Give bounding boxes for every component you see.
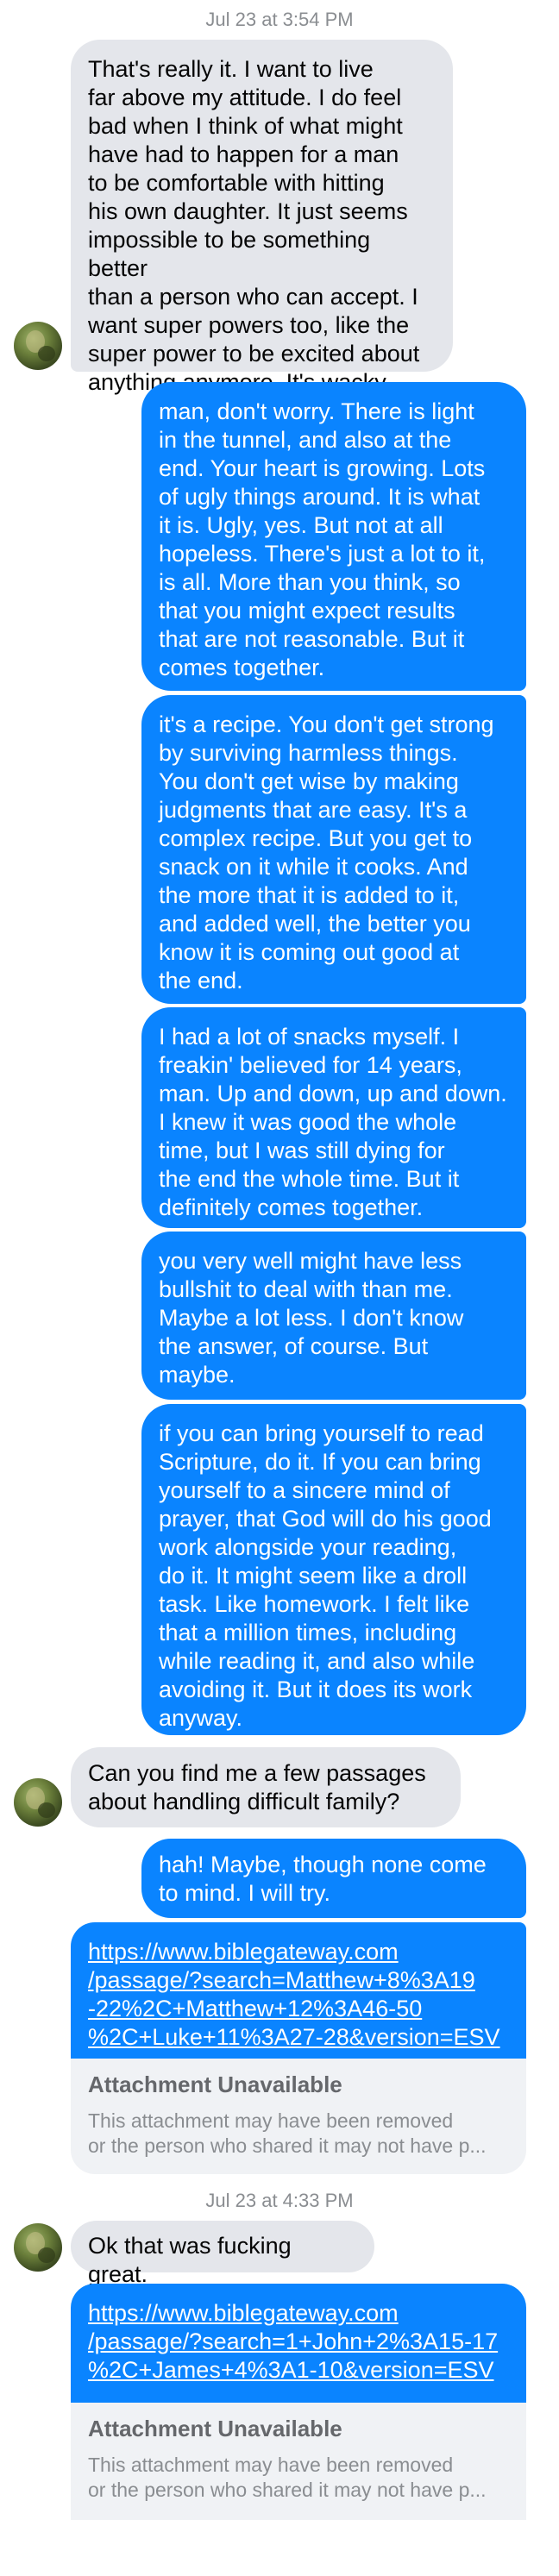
timestamp: Jul 23 at 4:33 PM [205, 2190, 354, 2211]
outgoing-message[interactable]: it's a recipe. You don't get strong by s… [141, 695, 526, 1004]
outgoing-message[interactable]: if you can bring yourself to read Script… [141, 1404, 526, 1735]
outgoing-message[interactable]: man, don't worry. There is light in the … [141, 382, 526, 691]
link-attachment-card[interactable]: https://www.biblegateway.com /passage/?s… [71, 1922, 526, 2174]
outgoing-message[interactable]: I had a lot of snacks myself. I freakin'… [141, 1007, 526, 1228]
attachment-description: This attachment may have been removed or… [88, 2454, 487, 2501]
incoming-message[interactable]: Can you find me a few passages about han… [71, 1747, 461, 1827]
attachment-title: Attachment Unavailable [88, 2071, 342, 2097]
timestamp: Jul 23 at 3:54 PM [205, 9, 354, 30]
incoming-message[interactable]: That's really it. I want to live far abo… [71, 40, 453, 395]
contact-avatar[interactable] [14, 322, 62, 370]
bible-passage-link[interactable]: https://www.biblegateway.com /passage/?s… [71, 1922, 526, 2059]
outgoing-message[interactable]: hah! Maybe, though none come to mind. I … [141, 1839, 526, 1918]
attachment-title: Attachment Unavailable [88, 2416, 342, 2441]
bible-passage-link[interactable]: https://www.biblegateway.com /passage/?s… [71, 2284, 526, 2403]
outgoing-message[interactable]: you very well might have less bullshit t… [141, 1232, 526, 1400]
contact-avatar[interactable] [14, 1778, 62, 1827]
attachment-unavailable-notice: Attachment Unavailable This attachment m… [71, 2403, 526, 2520]
link-attachment-card[interactable]: https://www.biblegateway.com /passage/?s… [71, 2284, 526, 2560]
attachment-unavailable-notice: Attachment Unavailable This attachment m… [71, 2059, 526, 2174]
attachment-description: This attachment may have been removed or… [88, 2109, 487, 2157]
contact-avatar[interactable] [14, 2223, 62, 2272]
incoming-message[interactable]: Ok that was fucking great. [71, 2221, 374, 2287]
